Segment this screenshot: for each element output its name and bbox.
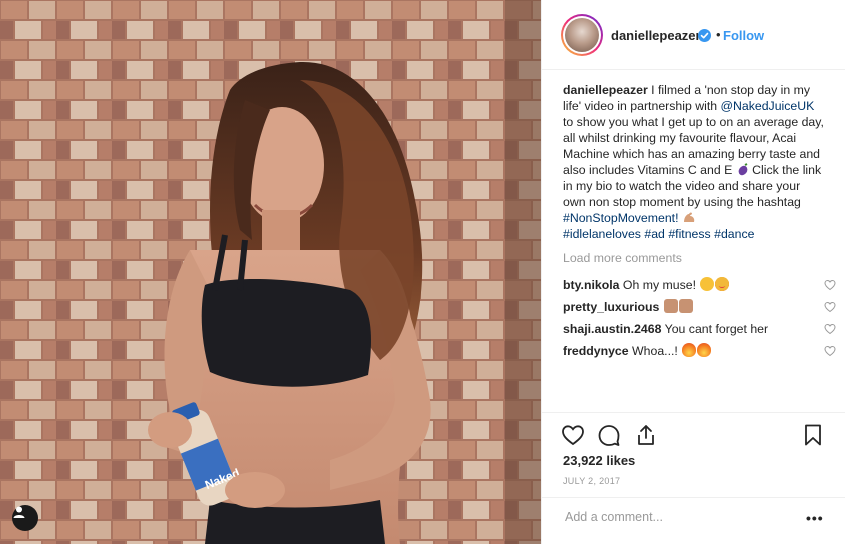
hashtag-ad[interactable]: #ad bbox=[644, 227, 665, 241]
flexed-biceps-emoji-icon bbox=[683, 212, 695, 222]
photo-illustration: Naked bbox=[0, 0, 541, 544]
like-comment-heart-icon[interactable] bbox=[824, 279, 836, 291]
add-comment-bar: ••• bbox=[542, 497, 845, 533]
hashtag-fitness[interactable]: #fitness bbox=[668, 227, 710, 241]
story-ring[interactable] bbox=[561, 14, 603, 56]
like-heart-icon[interactable] bbox=[561, 423, 585, 447]
hashtag-nonstopmovement[interactable]: #NonStopMovement! bbox=[563, 211, 679, 225]
raising-hands-emoji-icon bbox=[678, 299, 693, 313]
comment-username[interactable]: shaji.austin.2468 bbox=[563, 322, 661, 336]
like-comment-heart-icon[interactable] bbox=[824, 345, 836, 357]
eggplant-emoji-icon bbox=[738, 163, 748, 176]
comment-text: Whoa...! bbox=[632, 344, 678, 358]
avatar[interactable] bbox=[565, 18, 599, 52]
hashtag-dance[interactable]: #dance bbox=[714, 227, 754, 241]
verified-badge-icon bbox=[698, 29, 711, 42]
heart-eyes-emoji-icon bbox=[715, 277, 730, 291]
header-username[interactable]: daniellepeazer bbox=[611, 28, 701, 43]
share-upload-icon[interactable] bbox=[634, 423, 658, 447]
follow-button[interactable]: Follow bbox=[723, 28, 764, 43]
bookmark-icon[interactable] bbox=[801, 423, 825, 447]
comment-text: Oh my muse! bbox=[622, 278, 697, 292]
likes-count[interactable]: 23,922 likes bbox=[563, 453, 635, 468]
caption-username[interactable]: daniellepeazer bbox=[563, 83, 648, 97]
like-comment-heart-icon[interactable] bbox=[824, 323, 836, 335]
person-icon bbox=[13, 506, 25, 518]
comment-username[interactable]: freddynyce bbox=[563, 344, 629, 358]
comment-username[interactable]: bty.nikola bbox=[563, 278, 619, 292]
post-header: daniellepeazer • Follow bbox=[542, 0, 845, 70]
add-comment-input[interactable] bbox=[563, 507, 787, 527]
fire-emoji-icon bbox=[697, 343, 712, 357]
load-more-comments[interactable]: Load more comments bbox=[563, 250, 825, 266]
header-separator: • bbox=[716, 27, 721, 42]
comments-section: daniellepeazer I filmed a 'non stop day … bbox=[563, 82, 836, 362]
post-actions: 23,922 likes JULY 2, 2017 ••• bbox=[542, 412, 845, 533]
post-caption: daniellepeazer I filmed a 'non stop day … bbox=[563, 82, 825, 242]
fire-emoji-icon bbox=[682, 343, 697, 357]
post-side-panel: daniellepeazer • Follow daniellepeazer I… bbox=[541, 0, 845, 544]
comment-text: You cant forget her bbox=[664, 322, 769, 336]
comment-username[interactable]: pretty_luxurious bbox=[563, 300, 659, 314]
post-date[interactable]: JULY 2, 2017 bbox=[563, 476, 620, 486]
instagram-post-modal: Naked daniellepeazer • Follow daniellepe… bbox=[0, 0, 845, 544]
post-photo[interactable]: Naked bbox=[0, 0, 541, 544]
like-comment-heart-icon[interactable] bbox=[824, 301, 836, 313]
hashtag-idlelaneloves[interactable]: #idlelaneloves bbox=[563, 227, 641, 241]
comment-bubble-icon[interactable] bbox=[597, 423, 621, 447]
comment-row: shaji.austin.2468 You cant forget her bbox=[563, 318, 836, 340]
comment-row: pretty_luxurious bbox=[563, 296, 836, 318]
raising-hands-emoji-icon bbox=[663, 299, 678, 313]
comment-row: freddynyce Whoa...! bbox=[563, 340, 836, 362]
more-options-button[interactable]: ••• bbox=[806, 510, 824, 526]
comment-row: bty.nikola Oh my muse! bbox=[563, 274, 836, 296]
tagged-users-button[interactable] bbox=[12, 505, 38, 531]
scream-emoji-icon bbox=[700, 277, 715, 291]
caption-mention[interactable]: @NakedJuiceUK bbox=[721, 99, 815, 113]
